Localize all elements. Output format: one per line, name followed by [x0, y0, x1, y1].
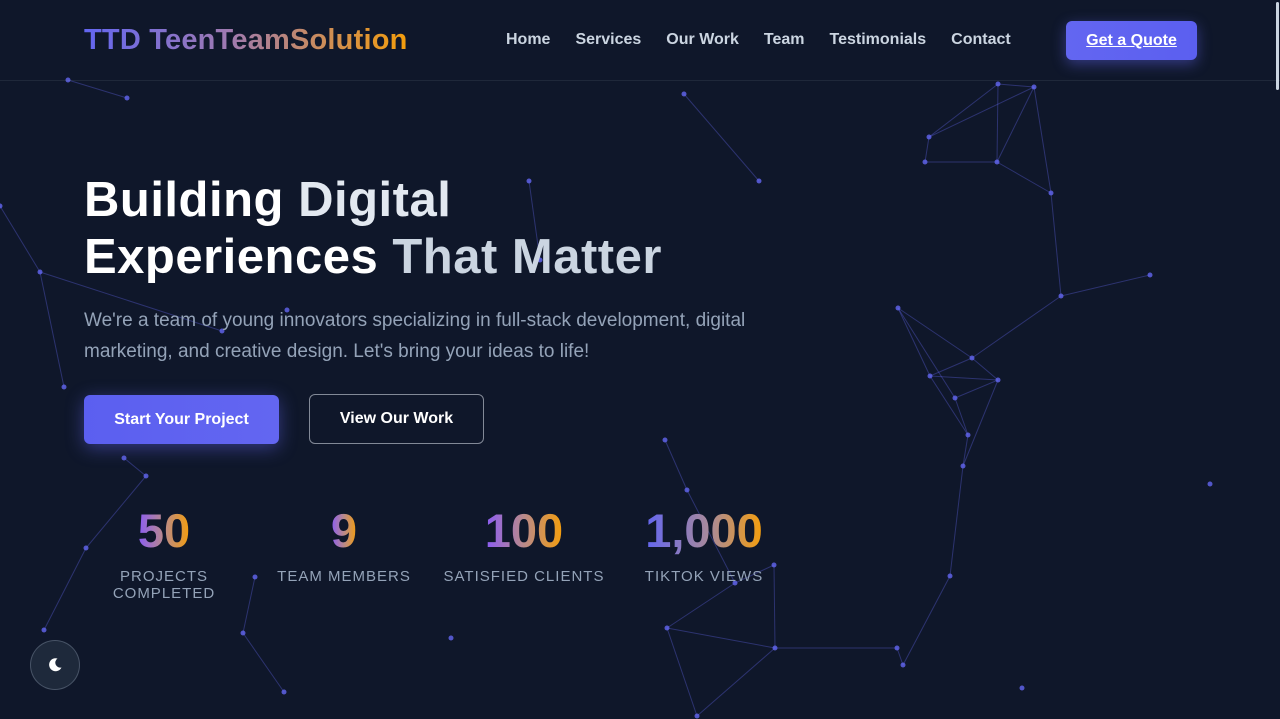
- stat-label: TikTok Views: [644, 568, 764, 585]
- logo[interactable]: TTD TeenTeamSolution: [84, 24, 408, 57]
- stat-team-members: 9 Team Members: [274, 503, 414, 585]
- moon-icon: [49, 658, 62, 672]
- main-nav: Home Services Our Work Team Testimonials…: [506, 31, 1036, 49]
- theme-toggle-button[interactable]: [30, 640, 80, 690]
- hero-title-part: That Matter: [392, 230, 662, 284]
- get-a-quote-button[interactable]: Get a Quote: [1066, 21, 1197, 60]
- hero-title-part: Building: [84, 173, 284, 227]
- nav-testimonials[interactable]: Testimonials: [830, 31, 927, 49]
- nav-our-work[interactable]: Our Work: [666, 31, 739, 49]
- nav-team[interactable]: Team: [764, 31, 805, 49]
- scrollbar[interactable]: [1276, 2, 1279, 90]
- stat-satisfied-clients: 100 Satisfied Clients: [440, 503, 608, 585]
- stat-value: 100: [484, 504, 564, 557]
- stat-label: Team Members: [277, 568, 411, 585]
- stat-tiktok-views: 1,000 TikTok Views: [628, 503, 780, 585]
- hero-title: Building Digital Experiences That Matter: [84, 172, 804, 286]
- page: TTD TeenTeamSolution Home Services Our W…: [0, 0, 1280, 719]
- stat-value: 1,000: [645, 504, 763, 557]
- nav-home[interactable]: Home: [506, 31, 550, 49]
- site-header: TTD TeenTeamSolution Home Services Our W…: [0, 0, 1280, 81]
- stat-projects: 50 Projects Completed: [104, 503, 224, 602]
- stat-label: Projects Completed: [112, 568, 216, 602]
- nav-services[interactable]: Services: [575, 31, 641, 49]
- hero-title-part: Digital: [298, 173, 452, 227]
- nav-contact[interactable]: Contact: [951, 31, 1011, 49]
- hero-title-part: Experiences: [84, 230, 379, 284]
- stat-value: 9: [330, 504, 358, 557]
- start-your-project-button[interactable]: Start Your Project: [84, 395, 279, 444]
- stat-label: Satisfied Clients: [443, 568, 605, 585]
- hero-description: We're a team of young innovators special…: [84, 310, 746, 362]
- stat-value: 50: [137, 504, 191, 557]
- view-our-work-button[interactable]: View Our Work: [309, 394, 484, 444]
